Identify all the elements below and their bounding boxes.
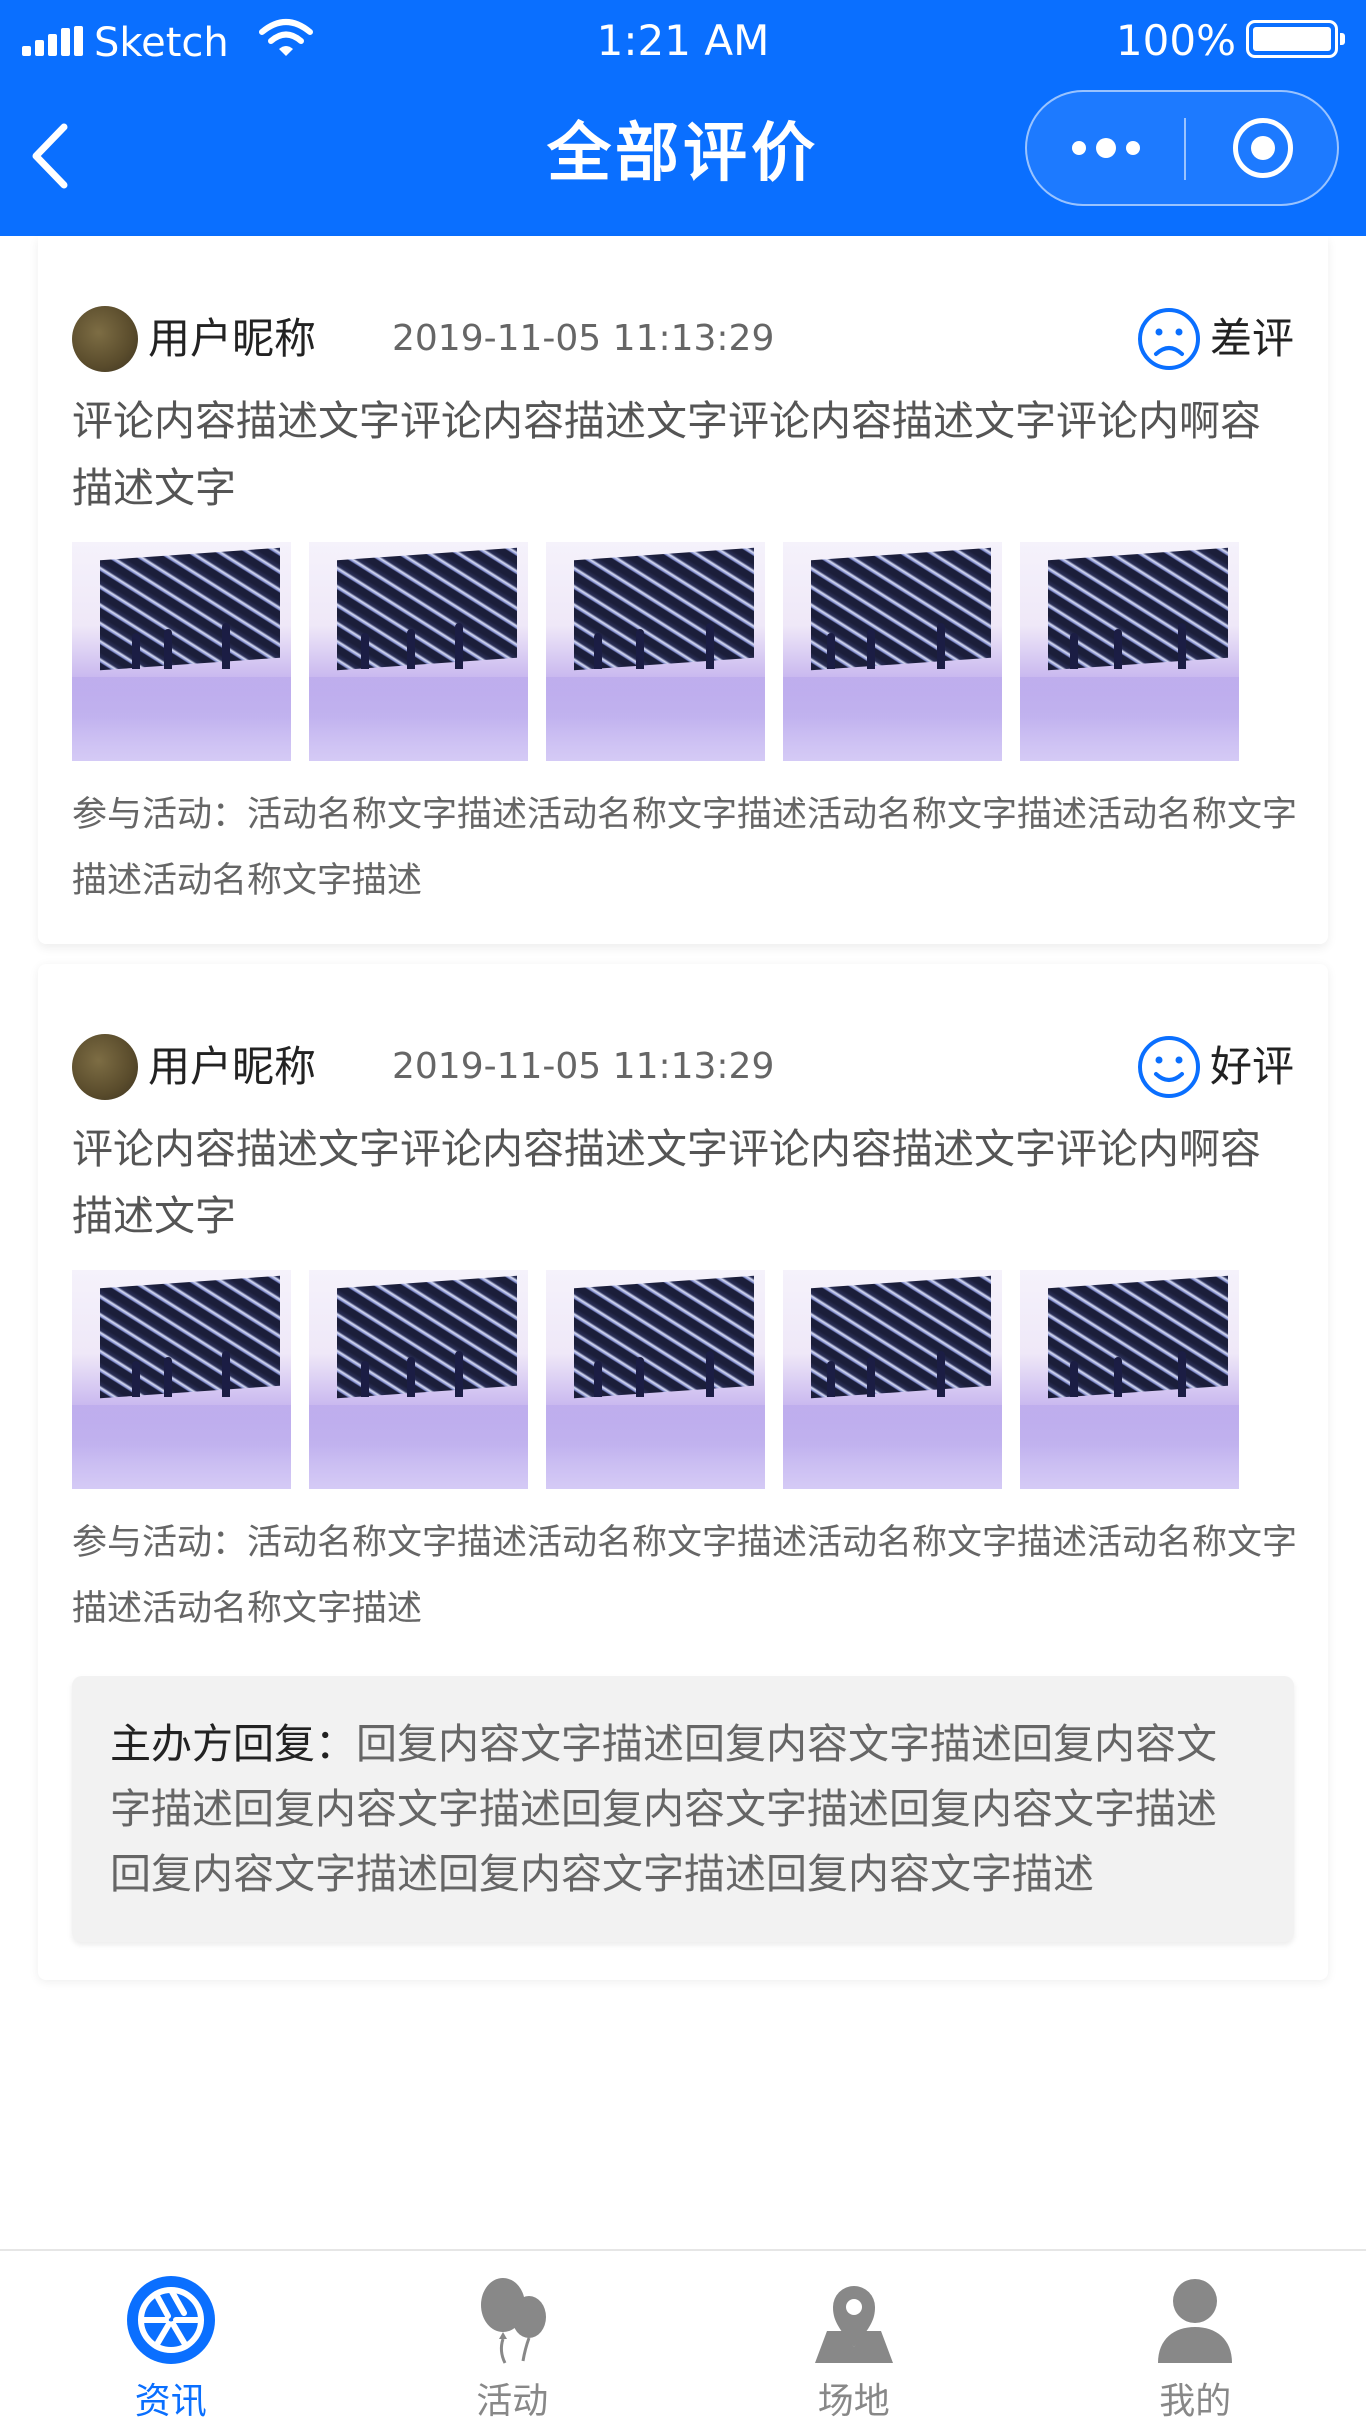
miniapp-capsule — [1025, 90, 1339, 206]
target-circle-icon — [1232, 118, 1293, 178]
rating-badge: 好评 — [1136, 1034, 1294, 1100]
user-nickname: 用户昵称 — [148, 1042, 317, 1091]
review-comment: 评论内容描述文字评论内容描述文字评论内容描述文字评论内啊容描述文字 — [72, 1125, 1261, 1240]
review-header: 用户昵称 2019-11-05 11:13:29 好评 — [72, 1034, 1294, 1100]
review-photo[interactable] — [309, 542, 528, 761]
review-card: 用户昵称 2019-11-05 11:13:29 差评 评论内容描述文字评论内容… — [38, 236, 1328, 944]
review-datetime: 2019-11-05 11:13:29 — [392, 318, 775, 359]
tab-profile[interactable]: 我的 — [1025, 2251, 1366, 2430]
bottom-tab-bar: 资讯 活动 场地 我的 — [0, 2249, 1366, 2430]
review-card: 用户昵称 2019-11-05 11:13:29 好评 评论内容描述文字评论内容… — [38, 964, 1328, 1980]
tab-label: 资讯 — [134, 2381, 207, 2422]
tab-label: 我的 — [1159, 2381, 1232, 2422]
review-datetime: 2019-11-05 11:13:29 — [392, 1046, 775, 1087]
rating-label: 差评 — [1209, 314, 1294, 363]
review-photo[interactable] — [1020, 1270, 1239, 1489]
more-dot-center — [1095, 138, 1116, 158]
review-photo[interactable] — [72, 1270, 291, 1489]
avatar[interactable] — [72, 1034, 138, 1100]
review-photo[interactable] — [546, 1270, 765, 1489]
review-photos — [72, 1270, 1239, 1490]
aperture-icon — [126, 2276, 215, 2364]
sad-face-icon — [1137, 308, 1200, 370]
review-photo[interactable] — [72, 542, 291, 761]
organizer-reply: 主办方回复：回复内容文字描述回复内容文字描述回复内容文字描述回复内容文字描述回复… — [72, 1676, 1294, 1942]
more-dot-right — [1125, 141, 1140, 155]
tab-venues[interactable]: 场地 — [683, 2251, 1025, 2430]
review-photo[interactable] — [783, 542, 1002, 761]
close-miniapp-button[interactable] — [1186, 92, 1339, 204]
review-photo[interactable] — [546, 542, 765, 761]
balloons-icon — [481, 2278, 547, 2364]
more-dots-icon — [1071, 141, 1086, 155]
avatar[interactable] — [72, 306, 138, 372]
activity-info: 参与活动：活动名称文字描述活动名称文字描述活动名称文字描述活动名称文字描述活动名… — [72, 1523, 1298, 1629]
status-bar: Sketch 1:21 AM 100% — [0, 0, 1366, 82]
user-icon — [1158, 2279, 1233, 2363]
battery-percent: 100% — [1115, 16, 1236, 65]
app-header: Sketch 1:21 AM 100% 全部评价 — [0, 0, 1366, 236]
more-button[interactable] — [1027, 92, 1184, 204]
tab-label: 场地 — [817, 2381, 890, 2422]
rating-label: 好评 — [1209, 1042, 1294, 1091]
review-photos — [72, 542, 1239, 762]
review-header: 用户昵称 2019-11-05 11:13:29 差评 — [72, 306, 1294, 372]
review-comment: 评论内容描述文字评论内容描述文字评论内容描述文字评论内啊容描述文字 — [72, 397, 1261, 512]
smile-face-icon — [1137, 1036, 1200, 1098]
review-photo[interactable] — [1020, 542, 1239, 761]
rating-badge: 差评 — [1136, 306, 1294, 372]
tab-news[interactable]: 资讯 — [0, 2251, 342, 2430]
battery-icon — [1246, 20, 1345, 58]
reply-title: 主办方回复： — [110, 1720, 356, 1768]
review-photo[interactable] — [309, 1270, 528, 1489]
map-pin-icon — [814, 2286, 893, 2363]
activity-info: 参与活动：活动名称文字描述活动名称文字描述活动名称文字描述活动名称文字描述活动名… — [72, 795, 1298, 901]
review-photo[interactable] — [783, 1270, 1002, 1489]
tab-activities[interactable]: 活动 — [342, 2251, 684, 2430]
user-nickname: 用户昵称 — [148, 314, 317, 363]
tab-label: 活动 — [476, 2381, 549, 2422]
